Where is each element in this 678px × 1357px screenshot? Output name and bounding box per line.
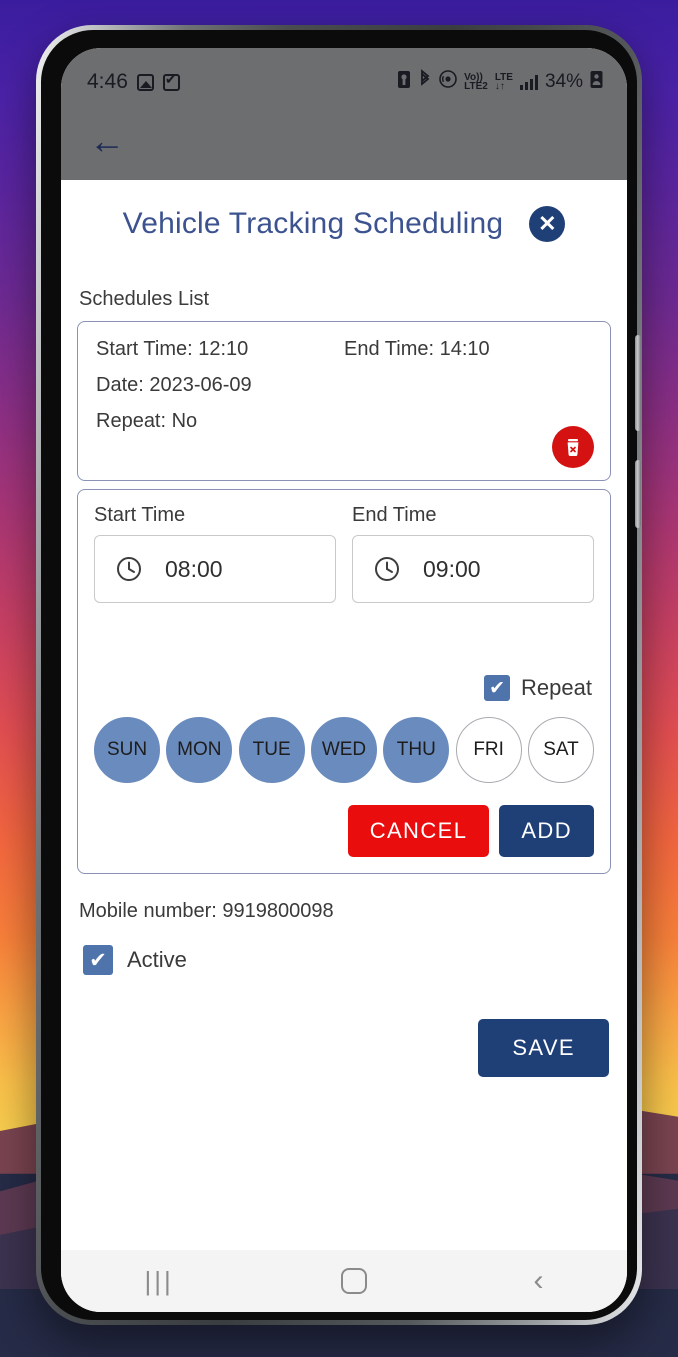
nav-back-icon[interactable]: ‹: [534, 1264, 544, 1298]
form-action-buttons: CANCEL ADD: [94, 805, 594, 857]
cancel-button[interactable]: CANCEL: [347, 805, 490, 857]
status-bar-left: 4:46: [87, 70, 180, 94]
phone-screen: 4:46 Vo))LTE2: [61, 48, 627, 1312]
time-field-labels: Start Time End Time: [94, 504, 594, 527]
trash-delete-icon[interactable]: [552, 426, 594, 468]
schedule-date: Date: 2023-06-09: [96, 374, 252, 396]
active-label: Active: [127, 947, 187, 972]
page-title: Vehicle Tracking Scheduling: [122, 207, 504, 240]
day-toggle-tue[interactable]: TUE: [238, 717, 305, 783]
schedule-item-card[interactable]: Start Time: 12:10 End Time: 14:10 Date: …: [77, 321, 611, 481]
schedule-start-time: Start Time: 12:10: [96, 338, 249, 360]
repeat-checkbox-row[interactable]: ✔ Repeat: [94, 675, 594, 701]
day-selector: SUN MON TUE WED THU FRI SAT: [94, 717, 594, 783]
repeat-checkbox[interactable]: ✔: [484, 675, 511, 701]
save-button[interactable]: SAVE: [478, 1019, 609, 1077]
lte-icon: LTE ↓↑: [494, 71, 513, 92]
schedule-times-row: Start Time: 12:10 End Time: 14:10: [96, 338, 592, 361]
home-icon[interactable]: [340, 1268, 367, 1294]
status-bar-right: Vo)) LTE2 LTE ↓↑ 34%: [397, 69, 603, 95]
page-header: Vehicle Tracking Scheduling ✕: [77, 180, 611, 250]
schedule-form-card: Start Time End Time 08:00 09:00 ✔ Repeat…: [77, 489, 611, 874]
close-circle-icon[interactable]: ✕: [529, 206, 566, 242]
checkbox-icon: [162, 71, 180, 91]
battery-percent: 34%: [544, 71, 583, 92]
phone-device: 4:46 Vo))LTE2: [36, 25, 642, 1325]
end-time-label: End Time: [352, 504, 437, 526]
volume-button[interactable]: [635, 335, 641, 431]
schedules-list-label: Schedules List: [79, 288, 210, 310]
day-toggle-sun[interactable]: SUN: [94, 717, 160, 783]
end-time-value: 09:00: [423, 555, 481, 582]
day-toggle-wed[interactable]: WED: [310, 717, 377, 783]
clock-icon: [373, 555, 401, 583]
app-bar: ←: [61, 102, 627, 180]
start-time-value: 08:00: [165, 555, 223, 582]
day-toggle-mon[interactable]: MON: [166, 717, 233, 783]
start-time-input[interactable]: 08:00: [94, 535, 336, 603]
volte-icon: Vo)) LTE2: [464, 71, 488, 92]
recents-icon[interactable]: |||: [144, 1266, 173, 1297]
day-toggle-thu[interactable]: THU: [383, 717, 450, 783]
power-button[interactable]: [635, 460, 641, 528]
signal-icon: [519, 74, 538, 90]
bluetooth-icon: [418, 69, 432, 95]
time-fields-row: 08:00 09:00: [94, 535, 594, 603]
status-bar: 4:46 Vo))LTE2: [61, 48, 627, 102]
repeat-label: Repeat: [521, 675, 592, 700]
active-checkbox-row[interactable]: ✔ Active: [83, 945, 611, 975]
hotspot-icon: [439, 70, 457, 94]
image-icon: [136, 73, 154, 91]
battery-person-icon: [590, 70, 603, 95]
start-time-label: Start Time: [94, 504, 186, 526]
mobile-number-text: Mobile number: 9919800098: [79, 900, 334, 922]
save-button-row: SAVE: [77, 1019, 611, 1077]
phone-bezel: 4:46 Vo))LTE2: [41, 30, 641, 1320]
day-toggle-sat[interactable]: SAT: [527, 717, 594, 783]
day-toggle-fri[interactable]: FRI: [455, 717, 522, 783]
status-time: 4:46: [87, 70, 128, 93]
android-nav-bar: ||| ‹: [61, 1250, 627, 1312]
page-content: Vehicle Tracking Scheduling ✕ Schedules …: [61, 180, 627, 1250]
schedule-repeat: Repeat: No: [96, 410, 198, 432]
sim-icon: [397, 69, 411, 95]
end-time-input[interactable]: 09:00: [352, 535, 594, 603]
schedule-end-time: End Time: 14:10: [344, 338, 490, 360]
back-arrow-icon[interactable]: ←: [89, 123, 125, 159]
active-checkbox[interactable]: ✔: [83, 945, 113, 975]
add-button[interactable]: ADD: [499, 805, 594, 857]
clock-icon: [115, 555, 143, 583]
